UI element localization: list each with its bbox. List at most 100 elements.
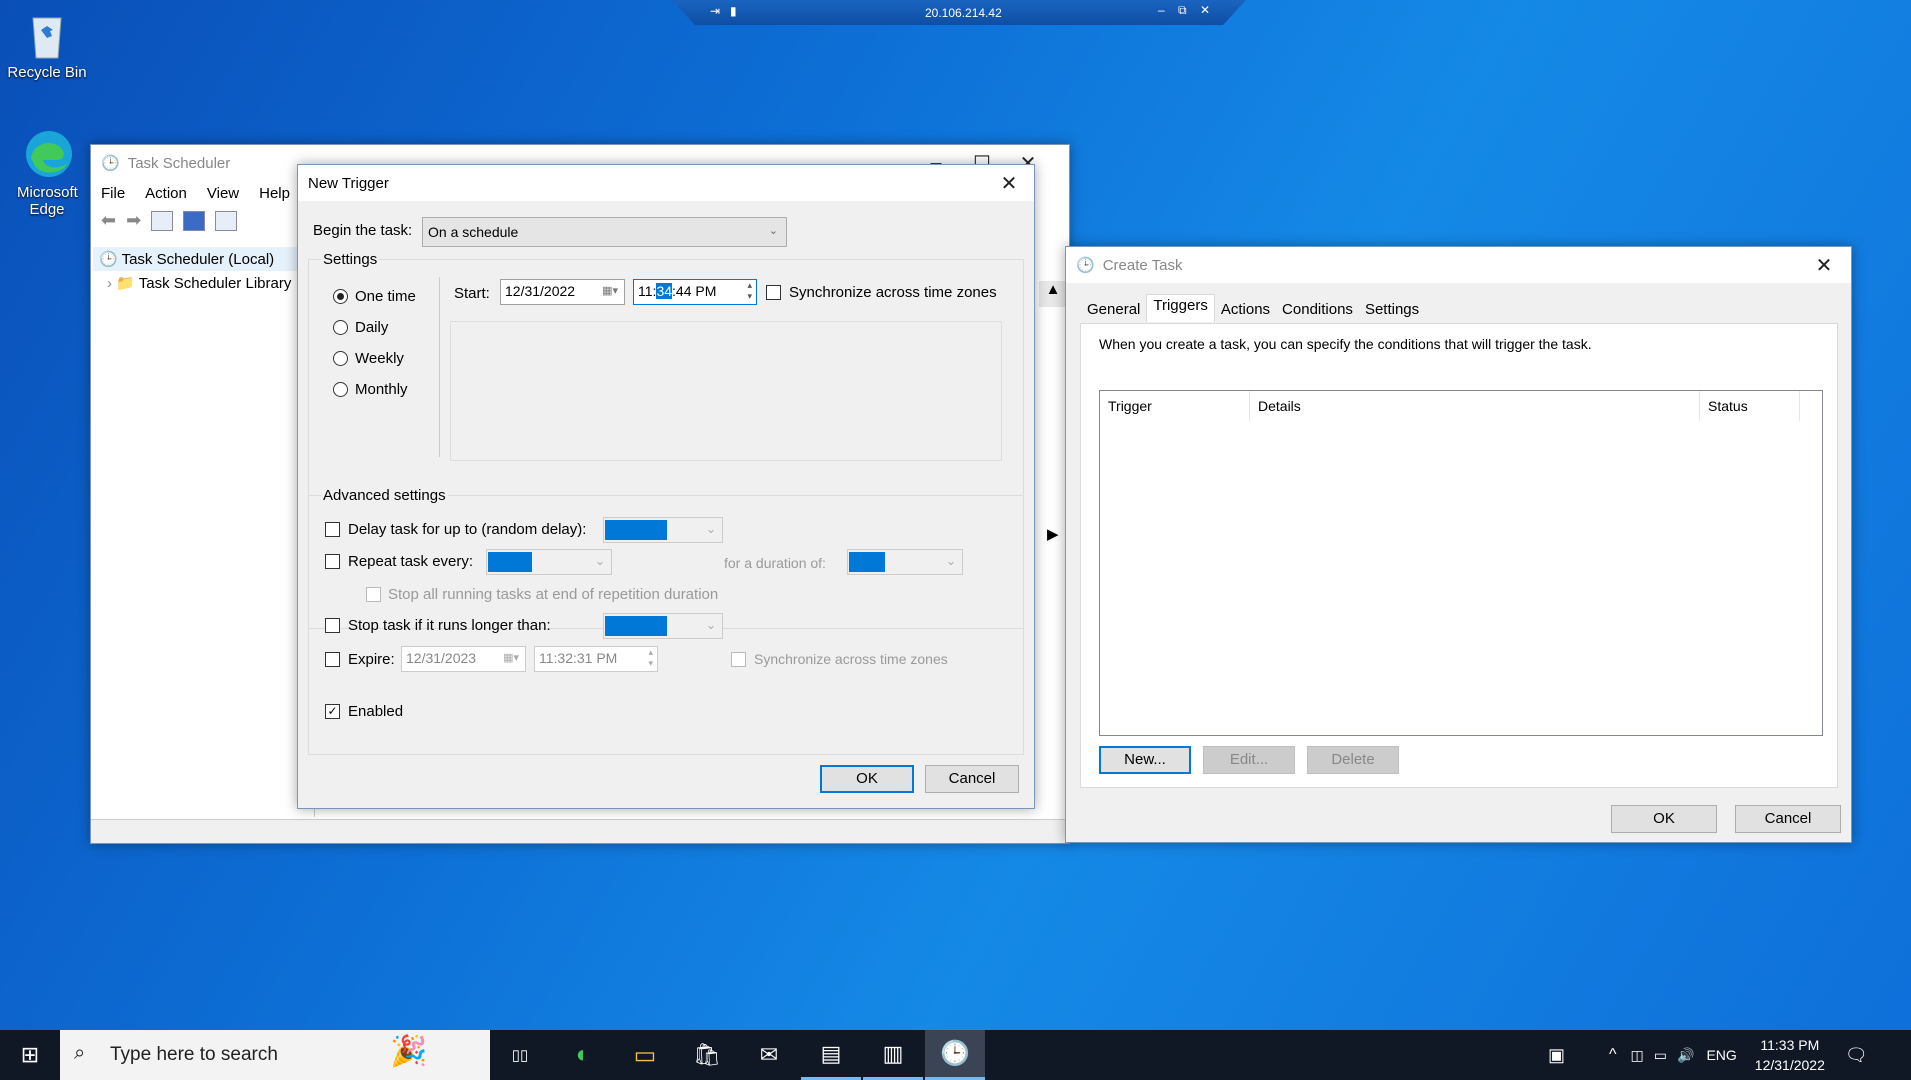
radio-daily[interactable] [333,320,348,335]
meet-now-icon[interactable]: ◫ [1631,1047,1644,1064]
delay-select[interactable]: 1 hour ⌄ [603,517,723,543]
sync-time-zones-label[interactable]: Synchronize across time zones [789,284,997,301]
show-console-tree-icon[interactable] [151,210,174,231]
tree-item-library-label: Task Scheduler Library [138,275,292,292]
expire-date-picker[interactable]: 12/31/2023 ▦▾ [401,646,526,672]
enabled-label[interactable]: Enabled [348,703,403,720]
triggers-table[interactable]: Trigger Details Status [1099,390,1823,736]
back-arrow-icon[interactable]: ⬅ [101,210,116,231]
enabled-checkbox[interactable]: ✓ [325,704,340,719]
new-trigger-button[interactable]: New... [1099,746,1191,774]
stop-longer-checkbox[interactable] [325,618,340,633]
menu-view[interactable]: View [197,181,249,206]
edge-icon: ◐ [575,1041,591,1068]
radio-one-time[interactable] [333,289,348,304]
time-spinner-icon[interactable]: ▴ ▾ [648,647,653,669]
time-spinner-icon[interactable]: ▴ ▾ [747,280,752,302]
radio-monthly[interactable] [333,382,348,397]
network-icon[interactable]: ▭ [1654,1047,1667,1064]
repeat-task-checkbox[interactable] [325,554,340,569]
repeat-task-label[interactable]: Repeat task every: [348,553,473,570]
expand-right-icon[interactable]: ▶ [1047,525,1059,543]
new-trigger-ok-button[interactable]: OK [820,765,914,793]
col-trigger[interactable]: Trigger [1100,391,1250,421]
delay-task-label[interactable]: Delay task for up to (random delay): [348,521,586,538]
edge-desktop-icon[interactable]: Microsoft Edge [2,128,92,218]
app-button-2[interactable]: ▥ [863,1030,923,1080]
recycle-bin-desktop-icon[interactable]: Recycle Bin [2,8,92,81]
duration-select[interactable]: 1 day ⌄ [847,549,963,575]
rdp-restore-icon[interactable]: ⧉ [1178,3,1187,18]
remote-connection-bar: ⇥ ▮ 20.106.214.42 – ⧉ ✕ [672,0,1246,25]
stop-all-tasks-checkbox[interactable] [366,587,381,602]
radio-daily-label[interactable]: Daily [355,319,388,336]
menu-help[interactable]: Help [249,181,300,206]
help-icon[interactable] [183,210,206,231]
start-date-picker[interactable]: 12/31/2022 ▦▾ [500,279,625,305]
delete-trigger-button[interactable]: Delete [1307,746,1399,774]
mail-button[interactable]: ✉ [739,1030,799,1080]
file-explorer-button[interactable]: ▭ [615,1030,675,1080]
calendar-icon[interactable]: ▦▾ [602,284,618,297]
new-trigger-close-button[interactable]: ✕ [986,165,1032,201]
scroll-up-icon[interactable]: ▲ [1039,281,1067,307]
delay-task-checkbox[interactable] [325,522,340,537]
edit-trigger-button[interactable]: Edit... [1203,746,1295,774]
begin-task-select[interactable]: On a schedule ⌄ [422,217,787,247]
notifications-icon[interactable]: 🗨 [1845,1045,1868,1066]
pin-icon[interactable]: ⇥ [710,4,720,18]
volume-icon[interactable]: 🔊 [1677,1047,1694,1064]
create-task-close-button[interactable]: ✕ [1801,247,1847,283]
create-task-ok-button[interactable]: OK [1611,805,1717,833]
schedule-detail-box [450,321,1002,461]
search-box[interactable]: ⌕ Type here to search 🎉 [60,1030,490,1080]
store-button[interactable]: 🛍 [677,1030,737,1080]
col-details[interactable]: Details [1250,391,1700,421]
search-icon: ⌕ [74,1042,86,1064]
menu-file[interactable]: File [91,181,135,206]
tab-conditions[interactable]: Conditions [1276,297,1359,322]
app-button-1[interactable]: ▤ [801,1030,861,1080]
tab-actions[interactable]: Actions [1215,297,1276,322]
expand-chevron-icon[interactable]: › [107,275,116,292]
start-time-picker[interactable]: 11:34:44 PM ▴ ▾ [633,279,757,305]
tab-general[interactable]: General [1081,297,1146,322]
tab-settings[interactable]: Settings [1359,297,1425,322]
language-indicator[interactable]: ENG [1706,1047,1736,1063]
clock[interactable]: 11:33 PM 12/31/2022 [1755,1035,1825,1075]
task-view-button[interactable]: ▯▯ [490,1030,550,1080]
menu-action[interactable]: Action [135,181,197,206]
news-widget-icon[interactable]: ▣ [1548,1045,1565,1066]
repeat-value: 1 hour [488,552,532,572]
task-scheduler-title: Task Scheduler [127,154,231,172]
radio-weekly[interactable] [333,351,348,366]
radio-monthly-label[interactable]: Monthly [355,381,408,398]
expire-time-picker[interactable]: 11:32:31 PM ▴ ▾ [534,646,658,672]
expire-checkbox[interactable] [325,652,340,667]
chevron-up-icon[interactable]: ^ [1609,1046,1617,1064]
new-trigger-cancel-button[interactable]: Cancel [925,765,1019,793]
expire-label[interactable]: Expire: [348,651,395,668]
tree-item-local[interactable]: 🕒 Task Scheduler (Local) [93,247,314,271]
forward-arrow-icon[interactable]: ➡ [126,210,141,231]
action-pane-icon[interactable] [215,210,238,231]
radio-weekly-label[interactable]: Weekly [355,350,404,367]
tree-item-library[interactable]: › 📁 Task Scheduler Library [93,271,314,295]
col-status[interactable]: Status [1700,391,1800,421]
tab-triggers[interactable]: Triggers [1146,294,1215,322]
task-scheduler-taskbar-button[interactable]: 🕒 [925,1030,985,1080]
start-time-minute-selected[interactable]: 34 [656,283,673,299]
stop-longer-value: 3 days [605,616,667,636]
repeat-select[interactable]: 1 hour ⌄ [486,549,612,575]
edge-taskbar-button[interactable]: ◐ [553,1030,613,1080]
calendar-icon[interactable]: ▦▾ [503,651,519,664]
stop-longer-label[interactable]: Stop task if it runs longer than: [348,617,551,634]
stop-longer-select[interactable]: 3 days ⌄ [603,613,723,639]
sync-time-zones-checkbox[interactable] [766,285,781,300]
create-task-cancel-button[interactable]: Cancel [1735,805,1841,833]
radio-one-time-label[interactable]: One time [355,288,416,305]
expire-sync-checkbox[interactable] [731,652,746,667]
rdp-minimize-icon[interactable]: – [1158,3,1165,17]
rdp-close-icon[interactable]: ✕ [1200,3,1210,17]
start-button[interactable]: ⊞ [0,1030,60,1080]
